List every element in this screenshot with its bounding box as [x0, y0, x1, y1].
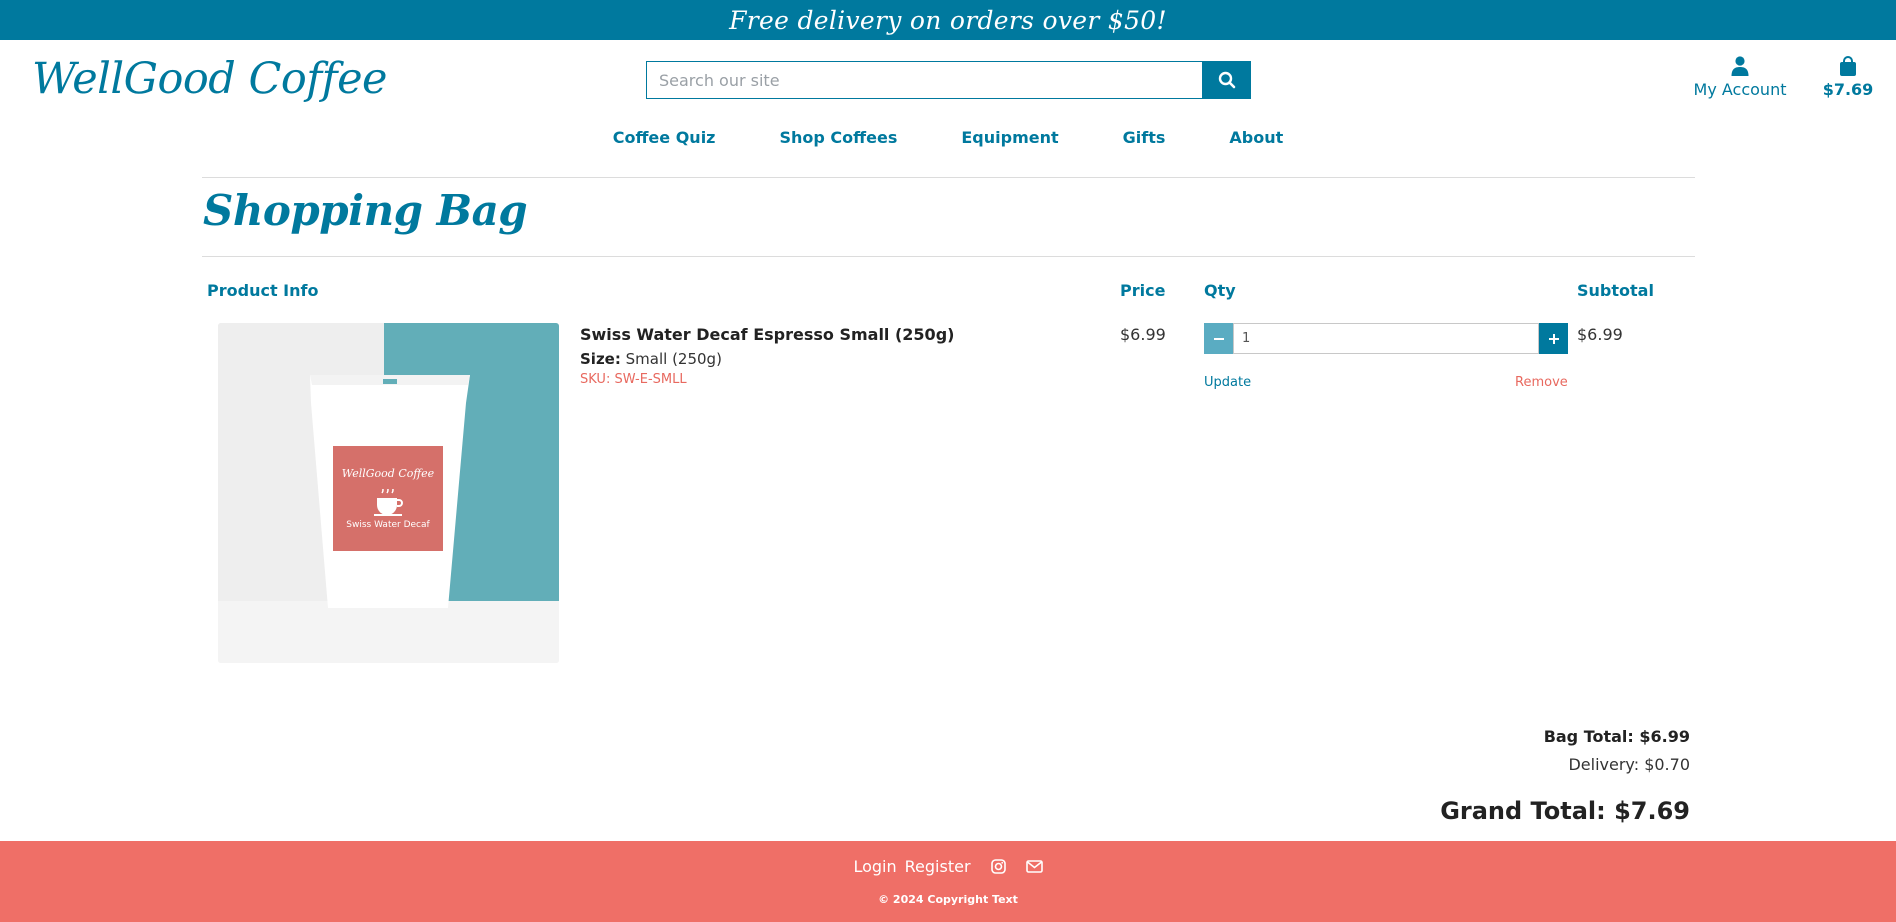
footer-links: Login Register [0, 857, 1896, 876]
my-account-label: My Account [1693, 80, 1787, 99]
header-price: Price [1120, 281, 1166, 300]
search-icon [1218, 71, 1235, 89]
banner-text: Free delivery on orders over $50! [729, 5, 1167, 35]
footer: Login Register © 2024 Copyright Text [0, 841, 1896, 922]
footer-login-link[interactable]: Login [853, 857, 896, 876]
minus-icon [1213, 337, 1224, 340]
site-logo[interactable]: WellGood Coffee [32, 54, 387, 104]
search-input[interactable] [646, 61, 1202, 99]
nav-equipment[interactable]: Equipment [961, 128, 1058, 147]
product-image: WellGood Coffee Swiss Water Decaf [218, 323, 559, 663]
main-nav: Coffee Quiz Shop Coffees Equipment Gifts… [0, 128, 1896, 147]
delivery-banner: Free delivery on orders over $50! [0, 0, 1896, 40]
nav-about[interactable]: About [1229, 128, 1283, 147]
product-size: Size: Small (250g) [580, 350, 722, 368]
grand-total: Grand Total: $7.69 [1440, 797, 1690, 825]
shopping-bag-icon [1840, 56, 1856, 76]
product-price: $6.99 [1120, 325, 1166, 344]
search-button[interactable] [1202, 61, 1251, 99]
copyright-text: © 2024 Copyright Text [878, 893, 1018, 906]
size-value: Small (250g) [625, 350, 722, 368]
user-icon [1731, 56, 1749, 76]
bag-total: Bag Total: $6.99 [1543, 727, 1690, 746]
product-name[interactable]: Swiss Water Decaf Espresso Small (250g) [580, 325, 954, 344]
quantity-stepper [1204, 323, 1568, 354]
header-qty: Qty [1204, 281, 1236, 300]
product-sku: SKU: SW-E-SMLL [580, 372, 687, 387]
product-subtotal: $6.99 [1577, 325, 1623, 344]
nav-gifts[interactable]: Gifts [1123, 128, 1166, 147]
remove-link[interactable]: Remove [1515, 375, 1568, 390]
nav-shop-coffees[interactable]: Shop Coffees [780, 128, 898, 147]
page-title: Shopping Bag [203, 186, 528, 235]
instagram-icon [990, 859, 1006, 874]
bag-total-amount: $7.69 [1822, 80, 1874, 99]
instagram-link[interactable] [990, 859, 1006, 874]
size-label: Size: [580, 350, 621, 368]
delivery-cost: Delivery: $0.70 [1568, 755, 1690, 774]
divider [202, 177, 1695, 178]
my-account-link[interactable]: My Account [1690, 56, 1790, 99]
footer-register-link[interactable]: Register [905, 857, 971, 876]
divider [202, 256, 1695, 257]
envelope-icon [1025, 860, 1043, 873]
plus-icon [1548, 333, 1559, 344]
header-product-info: Product Info [207, 281, 319, 300]
nav-coffee-quiz[interactable]: Coffee Quiz [613, 128, 716, 147]
bag-label-brand: WellGood Coffee [341, 467, 435, 480]
update-link[interactable]: Update [1204, 375, 1251, 390]
coffee-cup-icon [374, 489, 403, 516]
bag-label-product: Swiss Water Decaf [346, 520, 430, 530]
email-link[interactable] [1025, 860, 1043, 873]
header-subtotal: Subtotal [1577, 281, 1654, 300]
increment-button[interactable] [1539, 323, 1568, 354]
shopping-bag-link[interactable]: $7.69 [1820, 56, 1876, 99]
decrement-button[interactable] [1204, 323, 1233, 354]
quantity-input[interactable] [1233, 323, 1539, 354]
search-form [646, 61, 1251, 99]
